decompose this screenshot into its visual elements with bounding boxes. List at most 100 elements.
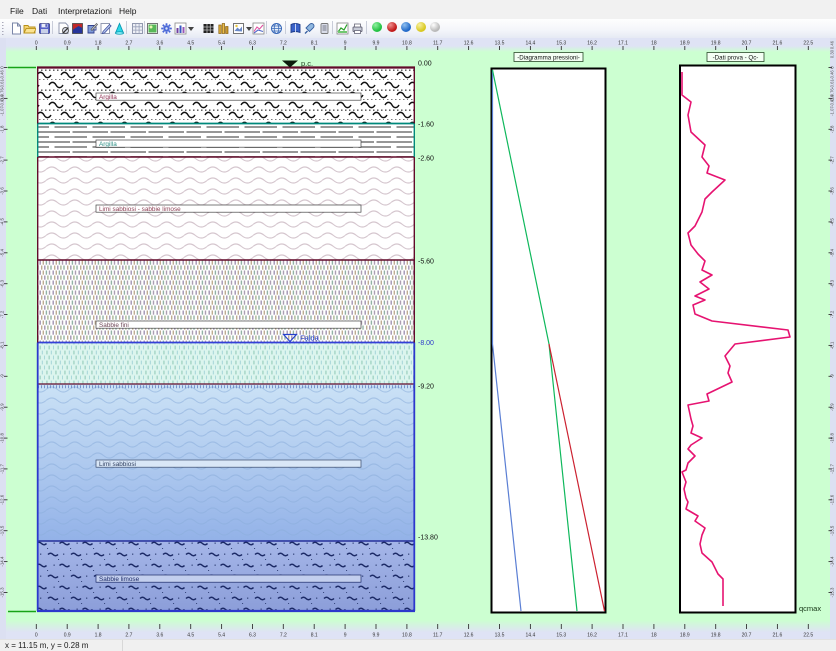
svg-text:Sabbie fini: Sabbie fini bbox=[99, 322, 129, 329]
svg-text:-1.07: -1.07 bbox=[0, 106, 5, 116]
svg-text:0: 0 bbox=[35, 41, 38, 47]
svg-text:-8.00: -8.00 bbox=[418, 340, 434, 347]
svg-text:2.7: 2.7 bbox=[125, 633, 132, 639]
svg-text:7.2: 7.2 bbox=[280, 41, 287, 47]
svg-text:-8.1: -8.1 bbox=[0, 341, 5, 349]
svg-text:-14.4: -14.4 bbox=[830, 556, 835, 567]
svg-text:12.6: 12.6 bbox=[464, 633, 474, 639]
svg-text:14.4: 14.4 bbox=[526, 633, 536, 639]
svg-text:-7.2: -7.2 bbox=[830, 310, 835, 318]
svg-text:-7.2: -7.2 bbox=[0, 310, 5, 318]
svg-text:5.4: 5.4 bbox=[218, 41, 225, 47]
svg-text:-9: -9 bbox=[830, 374, 835, 378]
svg-text:18.9: 18.9 bbox=[680, 41, 690, 47]
svg-text:-0.46: -0.46 bbox=[0, 70, 5, 80]
svg-text:-0.91: -0.91 bbox=[0, 97, 5, 107]
svg-text:-2.7: -2.7 bbox=[0, 156, 5, 164]
svg-text:19.8: 19.8 bbox=[711, 633, 721, 639]
svg-text:-13.5: -13.5 bbox=[0, 525, 5, 536]
svg-text:-10.8: -10.8 bbox=[0, 433, 5, 444]
svg-text:-11.7: -11.7 bbox=[830, 464, 835, 474]
svg-text:Argilla: Argilla bbox=[99, 141, 117, 148]
svg-text:11.7: 11.7 bbox=[433, 633, 443, 639]
svg-text:-1.60: -1.60 bbox=[418, 122, 434, 129]
svg-text:21.6: 21.6 bbox=[773, 633, 783, 639]
svg-text:22.5: 22.5 bbox=[803, 633, 813, 639]
svg-text:Limi sabbiosi - sabbie limose: Limi sabbiosi - sabbie limose bbox=[99, 206, 181, 213]
svg-text:Limi sabbiosi: Limi sabbiosi bbox=[99, 461, 136, 468]
svg-text:-11.7: -11.7 bbox=[0, 464, 5, 474]
svg-text:qcmax: qcmax bbox=[799, 604, 821, 613]
svg-text:10.8: 10.8 bbox=[402, 41, 412, 47]
svg-text:9.9: 9.9 bbox=[373, 41, 380, 47]
svg-text:Sabbie limose: Sabbie limose bbox=[99, 576, 140, 583]
svg-text:2.7: 2.7 bbox=[125, 41, 132, 47]
svg-text:-4.5: -4.5 bbox=[0, 218, 5, 226]
svg-text:9: 9 bbox=[344, 633, 347, 639]
svg-text:18: 18 bbox=[651, 633, 657, 639]
svg-text:-9.9: -9.9 bbox=[0, 403, 5, 411]
svg-text:6.3: 6.3 bbox=[249, 633, 256, 639]
svg-text:-Dati prova - Qc-: -Dati prova - Qc- bbox=[713, 55, 759, 62]
svg-text:-3.6: -3.6 bbox=[830, 187, 835, 195]
svg-text:18.9: 18.9 bbox=[680, 633, 690, 639]
svg-text:-Diagramma pressioni-: -Diagramma pressioni- bbox=[517, 55, 580, 62]
svg-text:-13.80: -13.80 bbox=[418, 535, 438, 542]
svg-text:9.9: 9.9 bbox=[373, 633, 380, 639]
svg-text:14.4: 14.4 bbox=[526, 41, 536, 47]
svg-text:-0.76: -0.76 bbox=[830, 88, 835, 98]
svg-text:-5.4: -5.4 bbox=[830, 248, 835, 256]
svg-text:15.3: 15.3 bbox=[556, 41, 566, 47]
svg-text:Argilla: Argilla bbox=[99, 94, 117, 101]
svg-text:-0.46: -0.46 bbox=[830, 70, 835, 80]
svg-text:-9: -9 bbox=[0, 374, 5, 378]
svg-text:0.30: 0.30 bbox=[830, 49, 835, 58]
svg-text:p.c.: p.c. bbox=[301, 59, 313, 68]
svg-text:-4.5: -4.5 bbox=[830, 218, 835, 226]
svg-text:13.5: 13.5 bbox=[495, 633, 505, 639]
svg-text:0.9: 0.9 bbox=[64, 633, 71, 639]
svg-text:9: 9 bbox=[344, 41, 347, 47]
svg-text:4.5: 4.5 bbox=[187, 633, 194, 639]
svg-text:0.9: 0.9 bbox=[64, 41, 71, 47]
svg-text:-2.7: -2.7 bbox=[830, 156, 835, 164]
svg-text:17.1: 17.1 bbox=[618, 633, 628, 639]
svg-text:8.1: 8.1 bbox=[311, 41, 318, 47]
svg-text:-8.1: -8.1 bbox=[830, 341, 835, 349]
svg-text:13.5: 13.5 bbox=[495, 41, 505, 47]
svg-text:4.5: 4.5 bbox=[187, 41, 194, 47]
svg-text:21.6: 21.6 bbox=[773, 41, 783, 47]
svg-text:17.1: 17.1 bbox=[618, 41, 628, 47]
svg-text:7.2: 7.2 bbox=[280, 633, 287, 639]
svg-text:Falda: Falda bbox=[300, 334, 320, 343]
svg-text:-9.9: -9.9 bbox=[830, 403, 835, 411]
svg-text:20.7: 20.7 bbox=[742, 633, 752, 639]
svg-text:0.46: 0.46 bbox=[830, 40, 835, 49]
svg-text:-14.4: -14.4 bbox=[0, 556, 5, 567]
svg-text:-0.76: -0.76 bbox=[0, 88, 5, 98]
svg-text:-2.60: -2.60 bbox=[418, 156, 434, 163]
svg-text:-15.3: -15.3 bbox=[830, 587, 835, 598]
svg-text:5.4: 5.4 bbox=[218, 633, 225, 639]
svg-text:15.3: 15.3 bbox=[556, 633, 566, 639]
svg-text:3.6: 3.6 bbox=[156, 41, 163, 47]
svg-text:-1.8: -1.8 bbox=[830, 125, 835, 133]
svg-text:-15.3: -15.3 bbox=[0, 587, 5, 598]
svg-text:-12.6: -12.6 bbox=[830, 494, 835, 505]
svg-text:1.8: 1.8 bbox=[95, 41, 102, 47]
svg-text:-6.3: -6.3 bbox=[0, 279, 5, 287]
svg-text:12.6: 12.6 bbox=[464, 41, 474, 47]
svg-text:-5.4: -5.4 bbox=[0, 248, 5, 256]
svg-text:-6.3: -6.3 bbox=[830, 279, 835, 287]
svg-text:3.6: 3.6 bbox=[156, 633, 163, 639]
svg-text:-0.61: -0.61 bbox=[830, 79, 835, 89]
svg-text:-0.91: -0.91 bbox=[830, 97, 835, 107]
svg-text:-1.07: -1.07 bbox=[830, 106, 835, 116]
svg-text:-0.61: -0.61 bbox=[0, 79, 5, 89]
svg-text:20.7: 20.7 bbox=[742, 41, 752, 47]
svg-text:1.8: 1.8 bbox=[95, 633, 102, 639]
svg-text:-3.6: -3.6 bbox=[0, 187, 5, 195]
svg-text:-13.5: -13.5 bbox=[830, 525, 835, 536]
svg-text:22.5: 22.5 bbox=[803, 41, 813, 47]
svg-text:18: 18 bbox=[651, 41, 657, 47]
